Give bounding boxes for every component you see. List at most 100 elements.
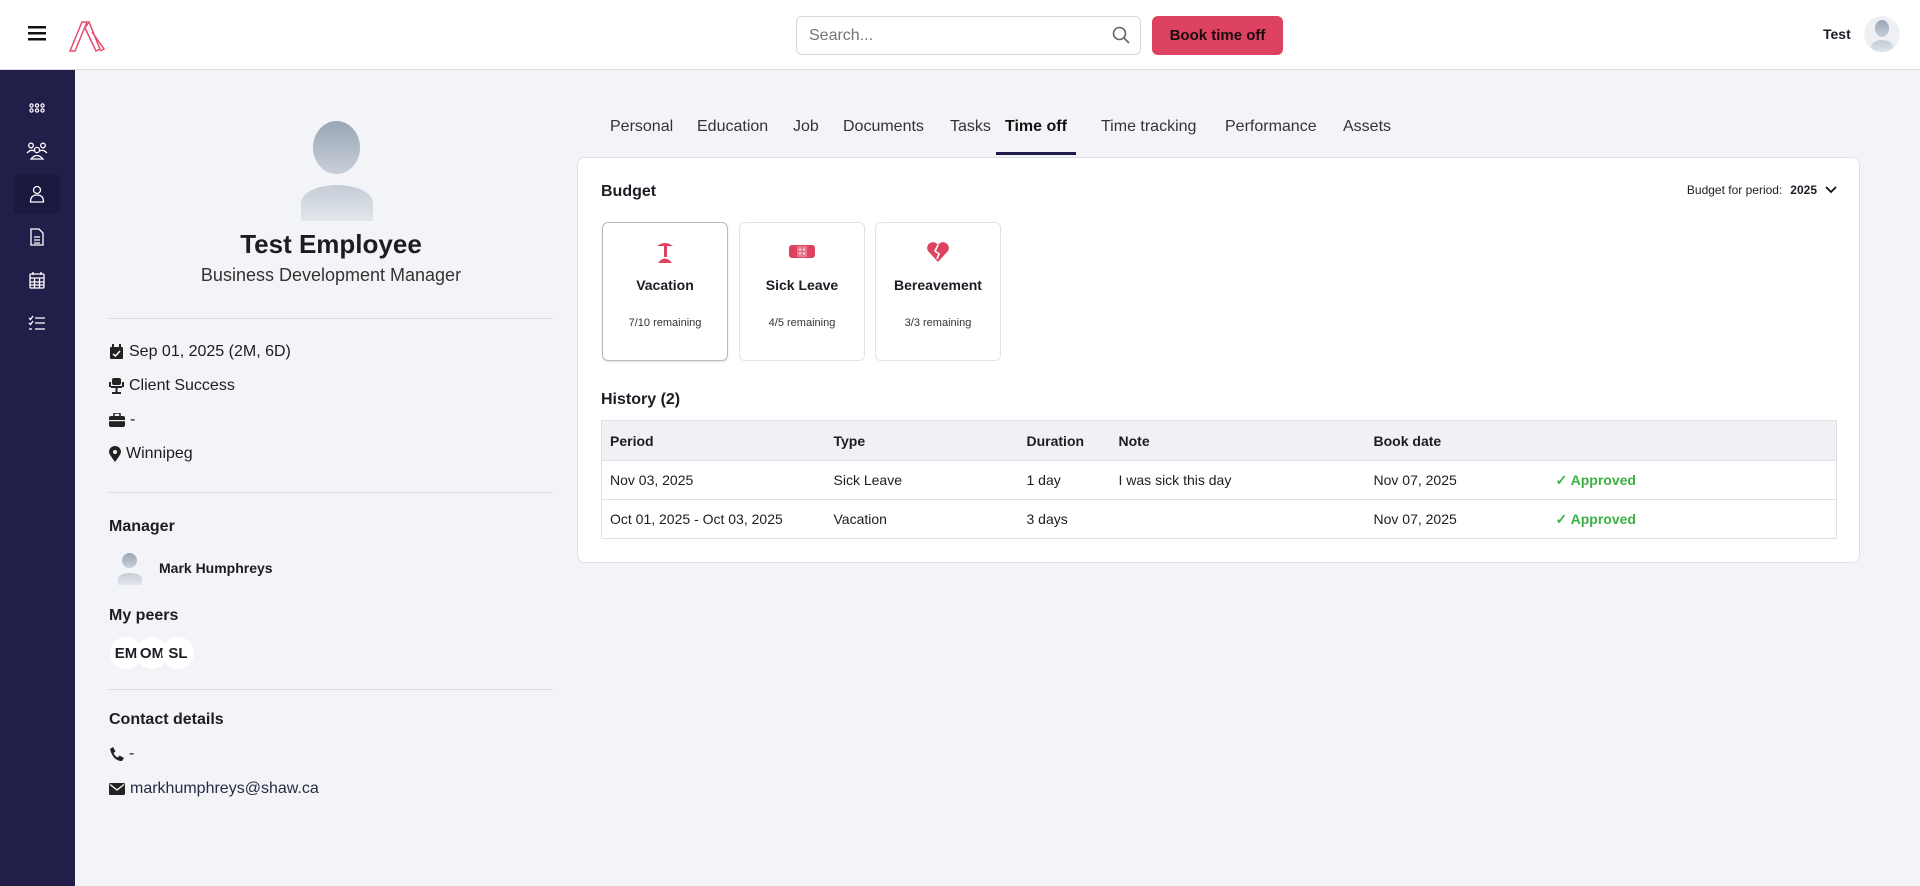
check-icon: ✓: [1555, 471, 1571, 488]
status-text: Approved: [1570, 471, 1636, 488]
budget-card-vacation[interactable]: Vacation 7/10 remaining: [602, 222, 728, 361]
time-off-panel: Budget Budget for period: 2025 Vacation …: [577, 157, 1860, 563]
peer-avatar[interactable]: SL: [162, 637, 194, 669]
manager-heading: Manager: [109, 518, 175, 535]
tab-documents[interactable]: Documents: [843, 118, 924, 155]
budget-period-select[interactable]: Budget for period: 2025: [1687, 183, 1837, 197]
history-heading: History (2): [601, 391, 681, 408]
person-icon: [29, 185, 45, 203]
envelope-icon: [109, 783, 125, 795]
sidebar-item-people[interactable]: [14, 131, 60, 171]
top-bar: Book time off Test: [0, 0, 1920, 70]
column-header: Duration: [1018, 420, 1111, 461]
phone: -: [129, 745, 135, 762]
peers-heading: My peers: [109, 607, 179, 624]
cell-type: Sick Leave: [825, 460, 1019, 500]
checklist-icon: [28, 315, 45, 330]
cell-book-date: Nov 07, 2025: [1365, 499, 1548, 539]
sidebar-item-documents[interactable]: [14, 217, 60, 257]
column-header: Type: [825, 420, 1019, 461]
briefcase-icon: [109, 413, 125, 427]
logo-icon[interactable]: [68, 18, 108, 59]
user-name[interactable]: Test: [1823, 26, 1851, 42]
budget-card-bereavement[interactable]: Bereavement 3/3 remaining: [875, 222, 1001, 361]
tab-tasks[interactable]: Tasks: [950, 118, 991, 155]
cell-book-date: Nov 07, 2025: [1365, 460, 1548, 500]
location-row: Winnipeg: [109, 445, 193, 463]
user-avatar[interactable]: [1864, 16, 1900, 52]
tab-job[interactable]: Job: [793, 118, 819, 155]
history-table: Period Type Duration Note Book date Nov …: [601, 420, 1837, 539]
location: Winnipeg: [126, 445, 193, 462]
budget-period-label: Budget for period:: [1686, 183, 1783, 197]
column-header: [1547, 420, 1837, 461]
status-badge: ✓ Approved: [1547, 460, 1837, 500]
sidebar: [0, 70, 75, 886]
budget-name: Vacation: [636, 277, 694, 293]
status-text: Approved: [1570, 510, 1636, 527]
start-date-row: Sep 01, 2025 (2M, 6D): [109, 343, 291, 361]
team-icon: [26, 142, 48, 160]
tab-time-off[interactable]: Time off: [996, 118, 1076, 155]
peers-list: EM OM SL: [110, 637, 194, 669]
email[interactable]: markhumphreys@shaw.ca: [130, 780, 319, 798]
budget-heading: Budget: [601, 183, 657, 200]
palm-tree-icon: [657, 243, 673, 263]
divider: [109, 689, 553, 690]
phone-icon: [110, 746, 124, 761]
divider: [109, 318, 553, 319]
chevron-down-icon: [1825, 186, 1837, 194]
column-header: Book date: [1365, 420, 1548, 461]
cell-note: [1110, 499, 1366, 539]
tab-personal[interactable]: Personal: [610, 118, 673, 155]
job-row: -: [109, 411, 135, 429]
cell-duration: 3 days: [1018, 499, 1111, 539]
email-row: markhumphreys@shaw.ca: [109, 780, 319, 798]
search-input[interactable]: [809, 17, 1099, 54]
sidebar-item-profile[interactable]: [14, 174, 60, 214]
manager-avatar[interactable]: [112, 550, 148, 586]
tab-assets[interactable]: Assets: [1343, 118, 1391, 155]
tab-time-tracking[interactable]: Time tracking: [1101, 118, 1196, 155]
phone-row: -: [109, 745, 134, 763]
cell-type: Vacation: [825, 499, 1019, 539]
cell-period: Nov 03, 2025: [601, 460, 826, 500]
manager-name[interactable]: Mark Humphreys: [159, 560, 273, 576]
tab-performance[interactable]: Performance: [1225, 118, 1317, 155]
budget-card-sick-leave[interactable]: Sick Leave 4/5 remaining: [739, 222, 865, 361]
cell-duration: 1 day: [1018, 460, 1111, 500]
sidebar-item-tasks[interactable]: [14, 303, 60, 343]
chair-icon: [109, 378, 124, 394]
budget-remaining: 7/10 remaining: [628, 317, 702, 329]
broken-heart-icon: [927, 242, 949, 262]
start-date: Sep 01, 2025 (2M, 6D): [129, 343, 291, 360]
cell-period: Oct 01, 2025 - Oct 03, 2025: [601, 499, 826, 539]
budget-name: Bereavement: [894, 277, 982, 293]
table-row[interactable]: Nov 03, 2025 Sick Leave 1 day I was sick…: [601, 460, 1837, 500]
bandage-icon: [789, 245, 815, 258]
book-time-off-button[interactable]: Book time off: [1152, 16, 1283, 55]
department: Client Success: [129, 377, 235, 394]
budget-remaining: 3/3 remaining: [904, 317, 972, 329]
search-icon[interactable]: [1112, 26, 1130, 49]
status-badge: ✓ Approved: [1547, 499, 1837, 539]
column-header: Period: [601, 420, 826, 461]
sidebar-item-calendar[interactable]: [14, 260, 60, 300]
apps-grid-icon: [29, 103, 45, 113]
department-row: Client Success: [109, 377, 235, 395]
divider: [109, 492, 553, 493]
calendar-icon: [29, 272, 45, 289]
contact-heading: Contact details: [109, 711, 224, 728]
sidebar-item-apps[interactable]: [14, 88, 60, 128]
table-header-row: Period Type Duration Note Book date: [601, 420, 1837, 461]
table-row[interactable]: Oct 01, 2025 - Oct 03, 2025 Vacation 3 d…: [601, 499, 1837, 539]
search-box[interactable]: [796, 16, 1141, 55]
calendar-check-icon: [110, 344, 123, 359]
employee-name: Test Employee: [240, 229, 422, 259]
job: -: [130, 411, 136, 428]
budget-period-value: 2025: [1790, 183, 1817, 197]
tab-education[interactable]: Education: [697, 118, 768, 155]
cell-note: I was sick this day: [1110, 460, 1366, 500]
menu-icon[interactable]: [28, 25, 46, 46]
document-icon: [30, 228, 44, 246]
